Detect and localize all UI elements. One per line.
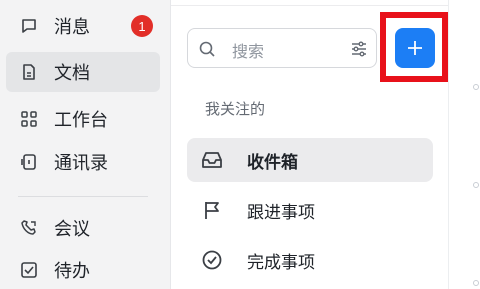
docs-panel: 搜索 我关注的 收件箱 跟进事项 完成事项 bbox=[170, 0, 449, 289]
list-dot bbox=[473, 280, 479, 286]
todo-check-icon bbox=[20, 261, 38, 279]
filter-settings-icon[interactable] bbox=[350, 40, 368, 58]
inbox-icon bbox=[201, 150, 223, 170]
sidebar-item-messages[interactable]: 消息 1 bbox=[6, 6, 160, 46]
meeting-phone-icon bbox=[20, 219, 38, 237]
sidebar-divider bbox=[18, 196, 148, 197]
sidebar-item-label: 消息 bbox=[54, 17, 90, 38]
panel-divider bbox=[171, 5, 449, 6]
main-sidebar: 消息 1 文档 工作台 通讯录 会议 待办 bbox=[0, 0, 170, 289]
list-item-label: 完成事项 bbox=[247, 253, 315, 273]
search-icon bbox=[198, 40, 216, 58]
contacts-icon bbox=[20, 153, 38, 171]
search-box[interactable]: 搜索 bbox=[187, 28, 377, 68]
flag-icon bbox=[201, 200, 223, 220]
annotation-highlight-box bbox=[380, 12, 448, 82]
document-icon bbox=[20, 63, 38, 81]
sidebar-item-docs[interactable]: 文档 bbox=[6, 52, 160, 92]
search-input[interactable]: 搜索 bbox=[232, 38, 264, 62]
workspace-grid-icon bbox=[20, 110, 38, 128]
list-item-inbox[interactable]: 收件箱 bbox=[187, 138, 433, 182]
list-dot bbox=[473, 84, 479, 90]
list-item-completed[interactable]: 完成事项 bbox=[187, 238, 433, 282]
message-icon bbox=[20, 17, 38, 35]
list-item-label: 跟进事项 bbox=[247, 203, 315, 223]
sidebar-item-label: 工作台 bbox=[54, 110, 108, 131]
unread-badge: 1 bbox=[131, 15, 153, 37]
check-circle-icon bbox=[201, 250, 223, 270]
section-label-following: 我关注的 bbox=[205, 100, 266, 118]
list-dot bbox=[473, 182, 479, 188]
sidebar-item-contacts[interactable]: 通讯录 bbox=[6, 142, 160, 182]
sidebar-item-label: 文档 bbox=[54, 63, 90, 84]
list-item-label: 收件箱 bbox=[247, 153, 298, 173]
list-item-follow-up[interactable]: 跟进事项 bbox=[187, 188, 433, 232]
sidebar-item-label: 通讯录 bbox=[54, 153, 108, 174]
sidebar-item-label: 会议 bbox=[54, 219, 90, 240]
sidebar-item-todo[interactable]: 待办 bbox=[6, 250, 160, 289]
sidebar-item-meetings[interactable]: 会议 bbox=[6, 208, 160, 248]
sidebar-item-label: 待办 bbox=[54, 261, 90, 282]
content-area bbox=[448, 0, 480, 289]
sidebar-item-workspace[interactable]: 工作台 bbox=[6, 99, 160, 139]
